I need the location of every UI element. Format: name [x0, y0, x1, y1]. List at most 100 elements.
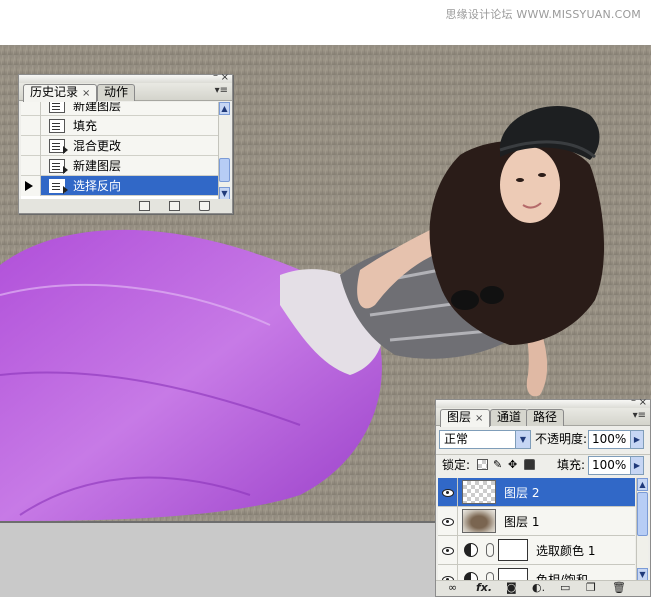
- history-source-slot[interactable]: [21, 135, 41, 156]
- visibility-eye-icon[interactable]: [438, 535, 458, 565]
- tab-label: 动作: [104, 85, 129, 99]
- scroll-thumb[interactable]: [637, 492, 648, 536]
- layer-thumbnail: [462, 480, 496, 504]
- visibility-eye-icon[interactable]: [438, 564, 458, 581]
- tab-label: 历史记录: [30, 85, 79, 99]
- scroll-up-icon[interactable]: ▲: [219, 102, 230, 115]
- tab-label: 通道: [497, 410, 522, 424]
- history-item-label: 混合更改: [73, 139, 122, 153]
- history-state-icon: [49, 118, 65, 133]
- history-tabs: 历史记录 × 动作 ▾≡: [19, 83, 232, 102]
- visibility-eye-icon[interactable]: [438, 506, 458, 536]
- add-mask-icon[interactable]: ◙: [506, 582, 517, 594]
- layer-row[interactable]: 选取颜色 1: [438, 535, 635, 565]
- history-state-icon: [49, 158, 68, 174]
- layers-panel: – × 图层 × 通道 路径 ▾≡ 正常 ▼ 不透明度: 100% ▶ 锁定: ✎…: [435, 396, 651, 597]
- layer-row[interactable]: 图层 1: [438, 506, 635, 536]
- close-icon[interactable]: ×: [639, 398, 647, 408]
- new-document-from-state-icon[interactable]: [139, 201, 150, 211]
- opacity-label: 不透明度:: [535, 432, 588, 446]
- list-item[interactable]: 填充: [21, 115, 220, 136]
- layer-name: 图层 2: [504, 485, 540, 500]
- minimize-icon[interactable]: –: [213, 71, 218, 81]
- new-adjustment-icon[interactable]: ◐.: [532, 582, 545, 594]
- lock-label: 锁定:: [442, 458, 471, 472]
- fx-icon[interactable]: fx.: [476, 582, 492, 594]
- tab-actions[interactable]: 动作: [97, 84, 136, 101]
- opacity-field[interactable]: 100% ▶: [588, 430, 644, 449]
- layer-options: 正常 ▼ 不透明度: 100% ▶: [436, 427, 650, 452]
- new-snapshot-icon[interactable]: [169, 201, 180, 211]
- lock-transparency-icon[interactable]: [477, 459, 488, 470]
- history-state-icon: [49, 138, 68, 154]
- blend-mode-select[interactable]: 正常 ▼: [439, 430, 531, 449]
- lock-pixels-icon[interactable]: ✎: [493, 459, 504, 470]
- history-footer: [19, 199, 232, 213]
- panel-menu-icon[interactable]: ▾≡: [633, 411, 646, 421]
- tab-close-icon[interactable]: ×: [475, 413, 483, 424]
- history-source-slot[interactable]: [21, 102, 41, 116]
- new-group-icon[interactable]: ▭: [560, 582, 570, 594]
- sunglasses: [451, 290, 479, 310]
- list-item[interactable]: 新建图层: [21, 155, 220, 176]
- scroll-up-icon[interactable]: ▲: [637, 478, 648, 491]
- lock-position-icon[interactable]: ✥: [508, 459, 519, 470]
- adjustment-layer-icon: [464, 543, 478, 557]
- panel-titlebar[interactable]: – ×: [436, 396, 650, 408]
- tab-layers[interactable]: 图层 ×: [440, 409, 491, 427]
- lock-all-icon[interactable]: [524, 459, 535, 470]
- tab-history[interactable]: 历史记录 ×: [23, 84, 98, 102]
- layer-row[interactable]: 色相/饱和: [438, 564, 635, 581]
- tab-paths[interactable]: 路径: [526, 409, 565, 426]
- scroll-thumb[interactable]: [219, 158, 230, 182]
- opacity-slider-icon[interactable]: ▶: [630, 431, 643, 448]
- layers-footer: ∞ fx. ◙ ◐. ▭ ❐ 🗑: [436, 580, 650, 596]
- panel-titlebar[interactable]: – ×: [19, 71, 232, 83]
- list-item[interactable]: 混合更改: [21, 135, 220, 156]
- layer-name: 选取颜色 1: [536, 543, 596, 558]
- history-panel: – × 历史记录 × 动作 ▾≡ 新建图层 填充 混合更改 新建图层 选择反向 …: [18, 71, 233, 214]
- fill-field[interactable]: 100% ▶: [588, 456, 644, 475]
- close-icon[interactable]: ×: [221, 73, 229, 83]
- layer-row[interactable]: 图层 2: [438, 478, 635, 507]
- history-scrollbar[interactable]: ▲ ▼: [218, 102, 230, 200]
- minimize-icon[interactable]: –: [631, 396, 636, 406]
- tab-channels[interactable]: 通道: [490, 409, 529, 426]
- history-source-slot[interactable]: [21, 175, 41, 196]
- fill-slider-icon[interactable]: ▶: [630, 457, 643, 474]
- list-item[interactable]: 新建图层: [21, 102, 220, 116]
- layer-mask-thumbnail[interactable]: [498, 539, 528, 561]
- fill-value: 100%: [592, 458, 627, 472]
- layer-name: 图层 1: [504, 514, 540, 529]
- history-item-label: 选择反向: [73, 179, 122, 193]
- visibility-eye-icon[interactable]: [438, 478, 458, 507]
- link-layers-icon[interactable]: ∞: [448, 582, 457, 594]
- tab-label: 图层: [447, 410, 472, 424]
- history-source-slot[interactable]: [21, 115, 41, 136]
- list-item[interactable]: 选择反向: [21, 175, 220, 196]
- layers-scrollbar[interactable]: ▲ ▼: [636, 478, 648, 581]
- fill-label: 填充:: [557, 458, 586, 472]
- history-state-marker-icon: [25, 180, 33, 191]
- face: [500, 147, 560, 223]
- watermark: 思缘设计论坛 WWW.MISSYUAN.COM: [445, 8, 641, 21]
- opacity-value: 100%: [592, 432, 627, 446]
- history-state-icon: [49, 178, 68, 194]
- history-state-icon: [49, 102, 65, 113]
- layer-thumbnail: [462, 509, 496, 533]
- link-chain-icon: [486, 543, 494, 557]
- history-item-label: 新建图层: [73, 159, 122, 173]
- layer-list: 图层 2 图层 1 选取颜色 1 色相/饱和: [438, 478, 635, 581]
- chevron-down-icon[interactable]: ▼: [515, 431, 530, 448]
- tab-close-icon[interactable]: ×: [82, 88, 90, 99]
- delete-state-icon[interactable]: [199, 201, 210, 211]
- blend-mode-value: 正常: [444, 432, 469, 446]
- history-list: 新建图层 填充 混合更改 新建图层 选择反向: [21, 102, 220, 200]
- panel-menu-icon[interactable]: ▾≡: [215, 86, 228, 96]
- history-source-slot[interactable]: [21, 155, 41, 176]
- history-item-label: 新建图层: [73, 102, 122, 113]
- top-strip: 思缘设计论坛 WWW.MISSYUAN.COM: [0, 0, 651, 45]
- delete-layer-icon[interactable]: 🗑: [612, 582, 626, 594]
- history-item-label: 填充: [73, 119, 98, 133]
- new-layer-icon[interactable]: ❐: [586, 582, 596, 594]
